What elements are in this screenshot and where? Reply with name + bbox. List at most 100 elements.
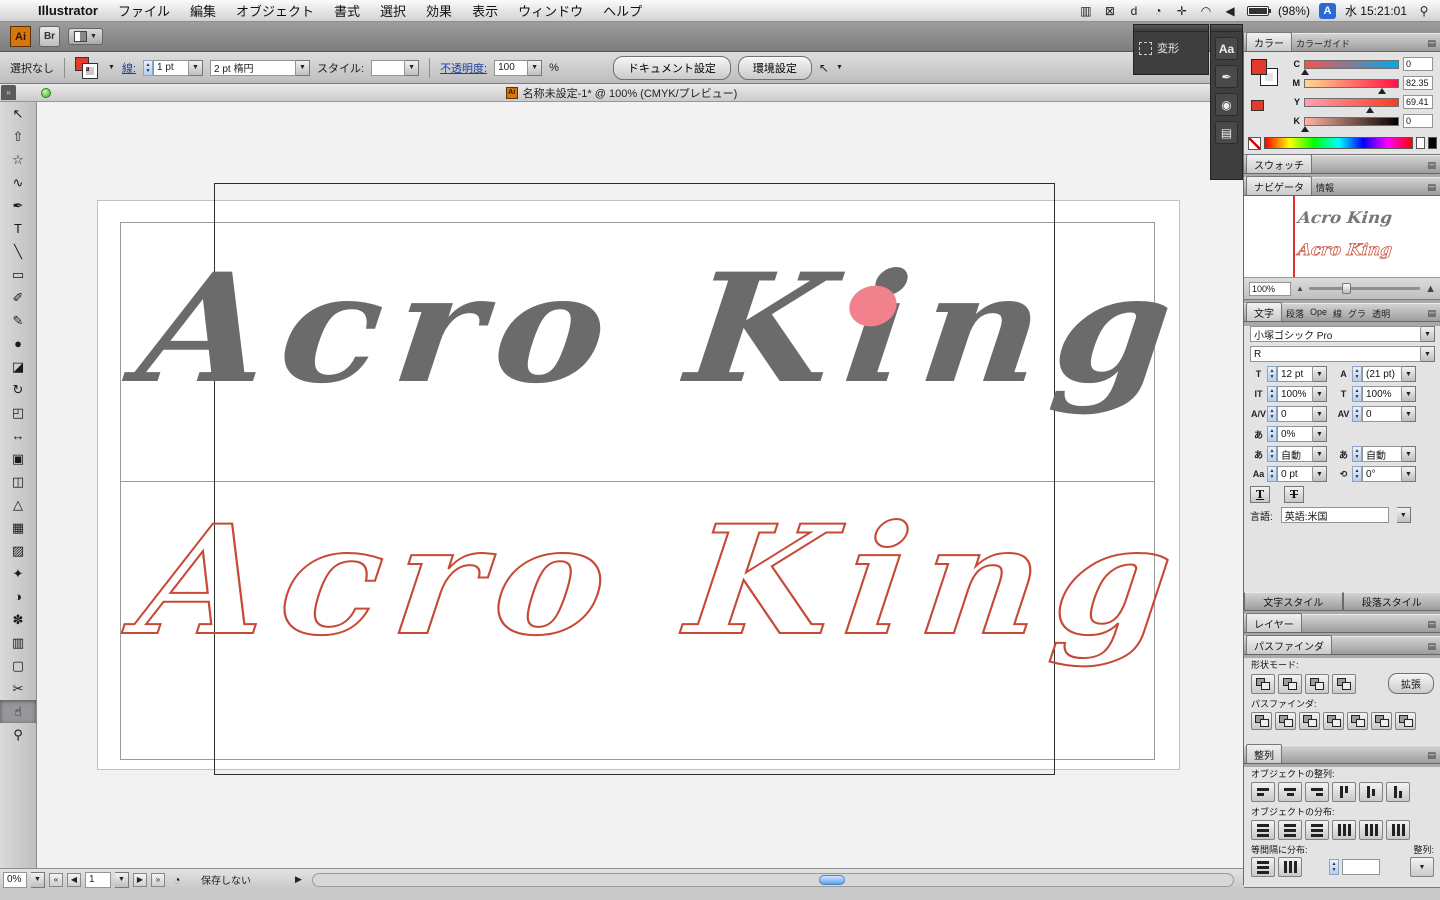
panel-tab[interactable]: 線 <box>1330 305 1345 321</box>
brush-definition-dropdown[interactable] <box>296 59 310 76</box>
distribute-left-button[interactable] <box>1332 820 1356 840</box>
lasso-tool[interactable]: ∿ <box>0 171 36 194</box>
tab-swatches[interactable]: スウォッチ <box>1246 154 1312 173</box>
dropdown-button[interactable] <box>1313 426 1327 442</box>
stepper[interactable] <box>1267 466 1277 482</box>
panel-tab[interactable]: 段落 <box>1283 305 1307 321</box>
stepper[interactable] <box>1267 386 1277 402</box>
menubar-item[interactable]: ファイル <box>108 1 180 20</box>
stroke-weight-field[interactable]: 1 pt <box>143 59 203 76</box>
channel-slider[interactable] <box>1304 78 1399 94</box>
value-field[interactable]: 自動 <box>1362 446 1402 462</box>
panel-menu-icon[interactable]: ▤ <box>1424 38 1439 51</box>
stepper[interactable] <box>1267 366 1277 382</box>
font-style-field[interactable]: R <box>1250 346 1435 362</box>
x-app-icon[interactable]: ⊠ <box>1102 4 1118 18</box>
chevron-down-icon[interactable]: ▼ <box>836 64 843 71</box>
channel-value[interactable]: 69.41 <box>1403 95 1433 109</box>
value-field[interactable]: 12 pt <box>1277 366 1313 382</box>
battery-icon[interactable] <box>1246 5 1271 16</box>
slider-marker[interactable] <box>1301 125 1309 132</box>
scale-tool[interactable]: ◰ <box>0 401 36 424</box>
menu-clock[interactable]: 水 15:21:01 <box>1345 2 1407 19</box>
value-field[interactable]: 0 <box>1362 406 1402 422</box>
language-dropdown[interactable] <box>1396 507 1411 523</box>
pathfinder-trim-button[interactable] <box>1275 712 1296 730</box>
column-graph-tool[interactable]: ▥ <box>0 631 36 654</box>
stepper[interactable] <box>1352 406 1362 422</box>
character-panel-icon[interactable]: Aa <box>1215 37 1238 60</box>
perspective-grid-tool[interactable]: △ <box>0 493 36 516</box>
slice-tool[interactable]: ✂ <box>0 677 36 700</box>
preferences-button[interactable]: 環境設定 <box>737 55 812 80</box>
distribute-top-button[interactable] <box>1251 820 1275 840</box>
rotate-tool[interactable]: ↻ <box>0 378 36 401</box>
out-of-gamut-swatch[interactable] <box>1251 100 1264 111</box>
channel-slider[interactable] <box>1301 59 1399 75</box>
graphic-style-value[interactable] <box>371 59 406 76</box>
pathfinder-crop-button[interactable] <box>1323 712 1344 730</box>
graphic-style-field[interactable] <box>371 59 420 76</box>
logo-text-outline[interactable]: Acro King <box>129 492 1195 670</box>
stepper[interactable] <box>1352 386 1362 402</box>
value-field[interactable]: 100% <box>1277 386 1313 402</box>
tab-layers[interactable]: レイヤー <box>1246 613 1302 632</box>
expand-button[interactable]: 拡張 <box>1388 673 1434 694</box>
app-menu[interactable]: Illustrator <box>28 3 108 18</box>
magic-wand-tool[interactable]: ☆ <box>0 148 36 171</box>
language-value[interactable]: 英語:米国 <box>1280 507 1389 523</box>
paintbrush-tool[interactable]: ✐ <box>0 286 36 309</box>
shape-mode-exclude-button[interactable] <box>1332 673 1356 694</box>
value-field[interactable]: 100% <box>1362 386 1402 402</box>
value-field[interactable]: (21 pt) <box>1362 366 1402 382</box>
eraser-tool[interactable]: ◪ <box>0 355 36 378</box>
selection-tool[interactable]: ↖ <box>0 102 36 125</box>
dropdown-button[interactable] <box>1313 446 1327 462</box>
spacing-vertical-button[interactable] <box>1251 857 1275 877</box>
input-source-badge[interactable]: A <box>1318 2 1336 19</box>
font-family-dropdown[interactable] <box>1421 326 1435 342</box>
value-field[interactable]: 0 pt <box>1277 466 1313 482</box>
pencil-tool[interactable]: ✎ <box>0 309 36 332</box>
zoom-tool[interactable]: ⚲ <box>0 723 36 746</box>
tab-character-styles[interactable]: 文字スタイル <box>1244 592 1343 611</box>
value-field[interactable]: 0 <box>1277 406 1313 422</box>
font-family-value[interactable]: 小塚ゴシック Pro <box>1250 326 1421 342</box>
stroke-weight-value[interactable]: 1 pt <box>153 59 189 76</box>
eyedropper-tool[interactable]: ✦ <box>0 562 36 585</box>
fill-stroke-proxy[interactable] <box>75 56 101 79</box>
align-vcenter-button[interactable] <box>1359 782 1383 802</box>
tab-align[interactable]: 整列 <box>1246 744 1282 763</box>
menubar-item[interactable]: ヘルプ <box>593 1 652 20</box>
symbol-sprayer-tool[interactable]: ✽ <box>0 608 36 631</box>
page-dropdown[interactable] <box>115 871 129 888</box>
menubar-item[interactable]: 選択 <box>370 1 416 20</box>
color-spectrum[interactable] <box>1264 137 1413 149</box>
artboard-tool[interactable]: ▢ <box>0 654 36 677</box>
dropdown-button[interactable] <box>1402 466 1416 482</box>
panel-tab[interactable]: 透明 <box>1369 305 1393 321</box>
type-tool[interactable]: T <box>0 217 36 240</box>
navigator-zoom-field[interactable]: 100% <box>1249 281 1291 296</box>
dropdown-button[interactable] <box>1313 386 1327 402</box>
spacing-horizontal-button[interactable] <box>1278 857 1302 877</box>
menubar-item[interactable]: オブジェクト <box>226 1 324 20</box>
menubar-item[interactable]: 表示 <box>462 1 508 20</box>
stroke-link[interactable]: 線: <box>122 60 136 76</box>
stepper[interactable] <box>1267 426 1277 442</box>
zoom-slider-thumb[interactable] <box>1342 283 1352 294</box>
slider-marker[interactable] <box>1301 68 1309 75</box>
graphic-styles-panel-icon[interactable]: ◉ <box>1215 93 1238 116</box>
panel-tab[interactable]: Ope <box>1307 305 1330 321</box>
symbols-panel-icon[interactable]: ▤ <box>1215 121 1238 144</box>
dropdown-button[interactable] <box>1402 446 1416 462</box>
stepper[interactable] <box>1267 406 1277 422</box>
canvas[interactable]: Acro King Acro King <box>37 102 1243 868</box>
brush-definition-value[interactable]: 2 pt 楕円 <box>210 59 296 76</box>
document-title-bar[interactable]: Ai 名称未設定-1* @ 100% (CMYK/プレビュー) <box>0 84 1243 102</box>
appearance-panel-icon[interactable]: ✒ <box>1215 65 1238 88</box>
channel-value[interactable]: 82.35 <box>1403 76 1433 90</box>
dropdown-button[interactable] <box>1402 366 1416 382</box>
status-expand-arrow[interactable]: ▶ <box>295 874 302 885</box>
hand-tool[interactable]: ☝ <box>0 700 36 723</box>
